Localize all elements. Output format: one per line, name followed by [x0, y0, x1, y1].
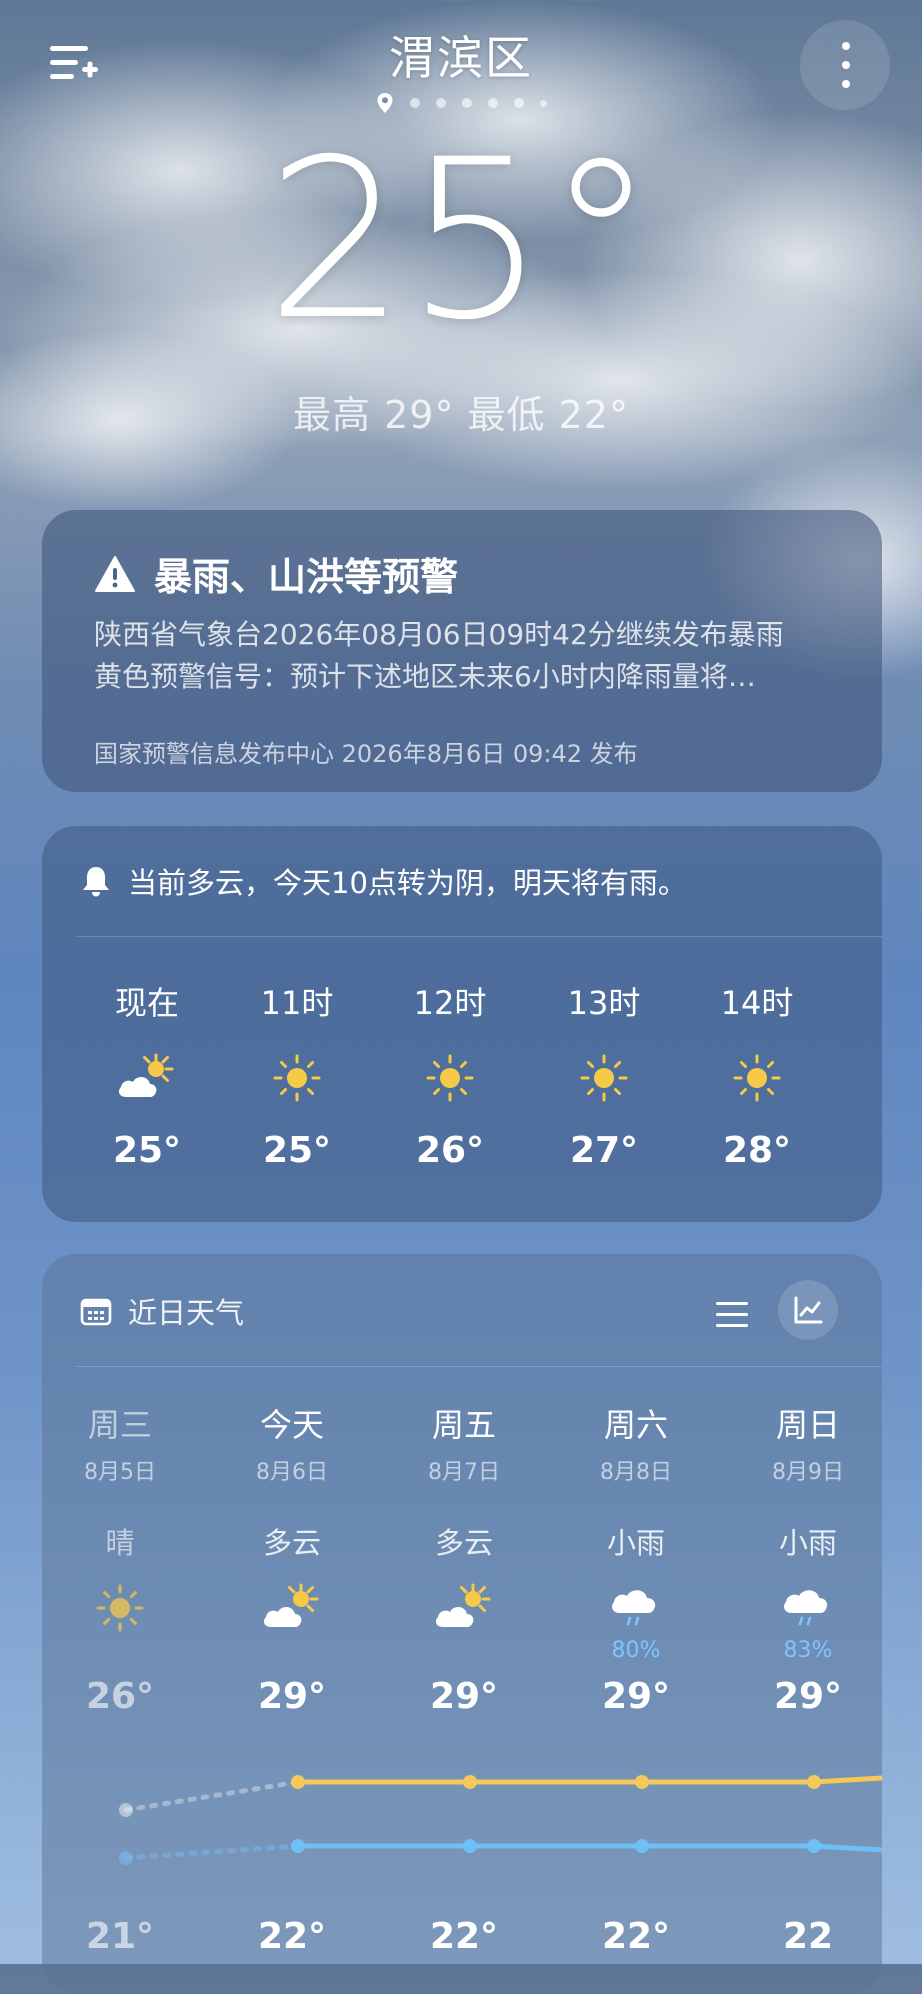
hour-item: 11时 25°: [222, 978, 372, 1171]
page-dot: [539, 99, 547, 107]
high-trend-line: [295, 1775, 882, 1785]
alert-title-row: 暴雨、山洪等预警: [94, 546, 458, 601]
alert-body-line: 陕西省气象台2026年08月06日09时42分继续发布暴雨: [94, 618, 784, 651]
hour-label: 14时: [720, 984, 794, 1022]
hour-label: 12时: [413, 984, 487, 1022]
hour-item-partial: 时: [42, 978, 72, 1018]
alert-source: 国家预警信息发布中心 2026年8月6日 09:42 发布: [94, 740, 638, 768]
hour-temp: 28°: [722, 1130, 792, 1171]
low-trend-point: [463, 1839, 477, 1853]
alert-body: 陕西省气象台2026年08月06日09时42分继续发布暴雨 黄色预警信号：预计下…: [94, 614, 874, 698]
location-pin-icon: [377, 93, 392, 113]
low-trend-past-segment: [123, 1843, 301, 1861]
hour-temp: 27°: [569, 1130, 639, 1171]
low-trend-point: [291, 1839, 305, 1853]
weather-alert-card[interactable]: 暴雨、山洪等预警 陕西省气象台2026年08月06日09时42分继续发布暴雨 黄…: [42, 510, 882, 792]
city-name: 渭滨区: [389, 31, 533, 85]
hour-item: 13时 27°: [529, 978, 679, 1171]
hourly-forecast-card: 当前多云，今天10点转为阴，明天将有雨。 时 现在 25°: [42, 826, 882, 1222]
hour-item: 12时 26°: [375, 978, 525, 1171]
more-dot-icon: [842, 80, 850, 88]
high-trend-point: [635, 1775, 649, 1789]
day-low: 21°: [85, 1916, 155, 1957]
hour-temp: 25°: [112, 1130, 182, 1171]
low-trend-point: [635, 1839, 649, 1853]
high-trend-point: [119, 1803, 133, 1817]
hour-temp: 25°: [262, 1130, 332, 1171]
page-dot: [487, 98, 498, 108]
daily-scroll-list[interactable]: 周三 8月5日 晴 26° 今天 8月6日 多云 29° 周五 8月7日 多云 …: [42, 1254, 882, 1994]
high-trend-point: [291, 1775, 305, 1789]
day-low: 22: [782, 1916, 834, 1957]
low-trend-line: [295, 1843, 882, 1853]
more-dot-icon: [842, 61, 850, 69]
top-bar: 渭滨区: [0, 0, 922, 120]
page-dot: [435, 98, 446, 108]
sun-icon: [273, 1054, 321, 1102]
hour-item: 14时 28°: [682, 978, 832, 1171]
day-low: 22°: [257, 1916, 327, 1957]
sun-icon: [733, 1054, 781, 1102]
hour-label: 13时: [567, 984, 641, 1022]
warning-icon: [95, 555, 135, 592]
high-trend-point: [463, 1775, 477, 1789]
high-trend-past-segment: [123, 1779, 301, 1813]
hour-temp: 26°: [415, 1130, 485, 1171]
alert-body-line: 黄色预警信号：预计下述地区未来6小时内降雨量将…: [94, 660, 756, 693]
low-trend-point: [807, 1839, 821, 1853]
alert-title: 暴雨、山洪等预警: [154, 555, 459, 599]
more-dot-icon: [842, 42, 850, 50]
hour-label: 现在: [114, 984, 179, 1022]
hour-item: 现在 25°: [72, 978, 222, 1171]
day-low: 22°: [601, 1916, 671, 1957]
temperature-trend-chart: [119, 1775, 882, 1865]
day-low: 22°: [429, 1916, 499, 1957]
page-dot: [461, 98, 472, 108]
hourly-scroll-list[interactable]: 时 现在 25° 11时: [42, 826, 882, 1222]
page-dot: [513, 98, 524, 108]
low-trend-point: [119, 1851, 133, 1865]
current-temperature: 25°: [266, 112, 656, 368]
hour-label-partial: 时: [42, 978, 72, 1018]
more-options-button[interactable]: [800, 20, 890, 110]
page-dot: [409, 98, 420, 108]
sun-icon: [580, 1054, 628, 1102]
partly-cloudy-icon: [118, 1053, 174, 1097]
page-indicator: [0, 92, 922, 114]
high-trend-point: [807, 1775, 821, 1789]
hour-label: 11时: [260, 984, 334, 1022]
daily-forecast-card: 近日天气 周三 8月5日 晴 26° 今天 8月6日 多云 29° 周五 8月7…: [42, 1254, 882, 1994]
high-low-temperature: 最高 29° 最低 22°: [293, 393, 629, 437]
sun-icon: [426, 1054, 474, 1102]
